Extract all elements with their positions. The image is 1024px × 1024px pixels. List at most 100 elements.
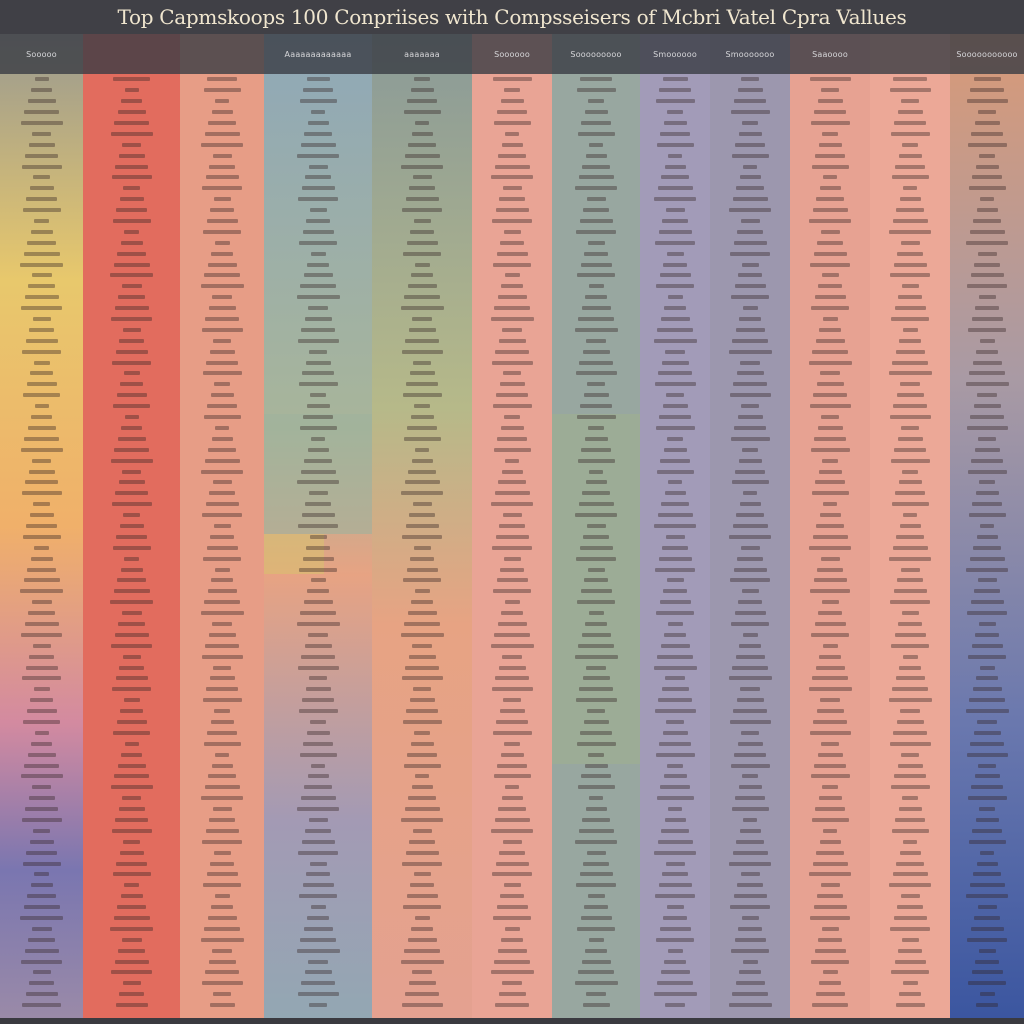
table-row [790,172,870,183]
table-row [264,640,372,651]
table-row [710,815,790,826]
table-row [950,150,1024,161]
table-row [790,662,870,673]
illegible-text-mark [411,458,433,463]
illegible-text-mark [300,469,336,474]
table-row [372,586,472,597]
table-row [0,891,83,902]
illegible-text-mark [20,262,63,267]
table-row [552,357,640,368]
illegible-text-mark [505,458,519,463]
illegible-text-mark [661,175,689,180]
illegible-text-mark [742,959,758,964]
table-row [870,194,950,205]
illegible-text-mark [501,937,523,942]
table-row [870,368,950,379]
table-row [372,259,472,270]
table-row [472,128,552,139]
illegible-text-mark [584,578,608,583]
table-row [552,183,640,194]
table-row [552,891,640,902]
table-row [790,575,870,586]
illegible-text-mark [822,970,838,975]
table-row [710,150,790,161]
table-row [83,521,180,532]
illegible-text-mark [973,545,1001,550]
page-title: Top Capmskoops 100 Conpriises with Comps… [117,5,907,29]
illegible-text-mark [403,110,441,115]
table-row [552,651,640,662]
table-row [870,96,950,107]
illegible-text-mark [971,643,1003,648]
table-row [372,738,472,749]
illegible-text-mark [969,556,1005,561]
table-row [710,499,790,510]
column-body [264,74,372,1018]
table-row [950,292,1024,303]
illegible-text-mark [203,741,241,746]
illegible-text-mark [662,872,688,877]
illegible-text-mark [742,306,758,311]
table-row [950,346,1024,357]
table-row [790,346,870,357]
illegible-text-mark [899,338,921,343]
table-row [372,760,472,771]
table-row [180,706,264,717]
table-row [264,194,372,205]
illegible-text-mark [413,687,431,692]
illegible-text-mark [973,404,1001,409]
illegible-text-mark [730,905,770,910]
table-row [472,183,552,194]
illegible-text-mark [310,905,326,910]
table-row [710,368,790,379]
table-row [870,913,950,924]
illegible-text-mark [664,818,686,822]
illegible-text-mark [732,665,768,670]
illegible-text-mark [123,839,140,844]
illegible-text-mark [404,153,440,158]
illegible-text-mark [121,425,142,430]
table-row [640,128,710,139]
table-row [870,760,950,771]
illegible-text-mark [663,916,687,921]
illegible-text-mark [205,643,239,648]
table-row [180,967,264,978]
illegible-text-mark [667,436,683,441]
table-row [472,423,552,434]
table-row [264,412,372,423]
table-row [372,74,472,85]
illegible-text-mark [26,523,57,528]
illegible-text-mark [121,284,142,289]
illegible-text-mark [406,567,438,572]
illegible-text-mark [578,828,614,833]
table-row [870,74,950,85]
table-row [372,161,472,172]
table-row [950,913,1024,924]
table-row [83,226,180,237]
table-row [552,553,640,564]
illegible-text-mark [586,992,606,997]
table-row [552,564,640,575]
illegible-text-mark [208,121,236,125]
table-row [552,270,640,281]
illegible-text-mark [33,175,50,180]
illegible-text-mark [309,676,327,681]
table-row [870,967,950,978]
illegible-text-mark [980,523,994,528]
illegible-text-mark [34,404,49,409]
table-row [372,1000,472,1011]
table-row [372,771,472,782]
table-row [950,488,1024,499]
table-row [264,510,372,521]
table-row [83,804,180,815]
table-row [790,858,870,869]
table-row [372,172,472,183]
illegible-text-mark [492,545,532,550]
illegible-text-mark [975,632,999,637]
illegible-text-mark [971,131,1003,136]
illegible-text-mark [576,883,616,888]
illegible-text-mark [117,436,146,441]
illegible-text-mark [576,229,616,234]
table-row [790,118,870,129]
illegible-text-mark [582,1003,610,1008]
